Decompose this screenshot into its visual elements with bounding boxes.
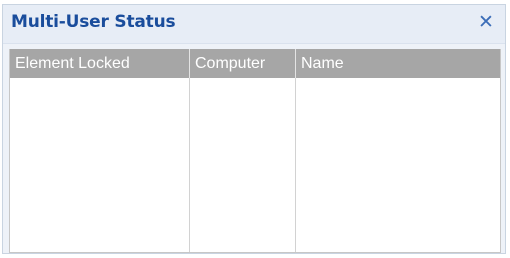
close-icon[interactable]: ✕ [475, 10, 497, 34]
column-header-name[interactable]: Name [296, 49, 500, 78]
panel-title-bar: Multi-User Status ✕ [3, 5, 505, 44]
status-table: Element Locked Computer Name [9, 49, 501, 253]
table-header: Element Locked Computer Name [10, 49, 500, 78]
multi-user-status-panel: Multi-User Status ✕ Element Locked Compu… [2, 4, 506, 254]
panel-title: Multi-User Status [11, 12, 176, 32]
column-header-element-locked[interactable]: Element Locked [10, 49, 190, 78]
column-header-computer[interactable]: Computer [190, 49, 296, 78]
column-computer [190, 78, 296, 252]
table-body [10, 78, 500, 252]
column-element-locked [10, 78, 190, 252]
column-name [296, 78, 500, 252]
